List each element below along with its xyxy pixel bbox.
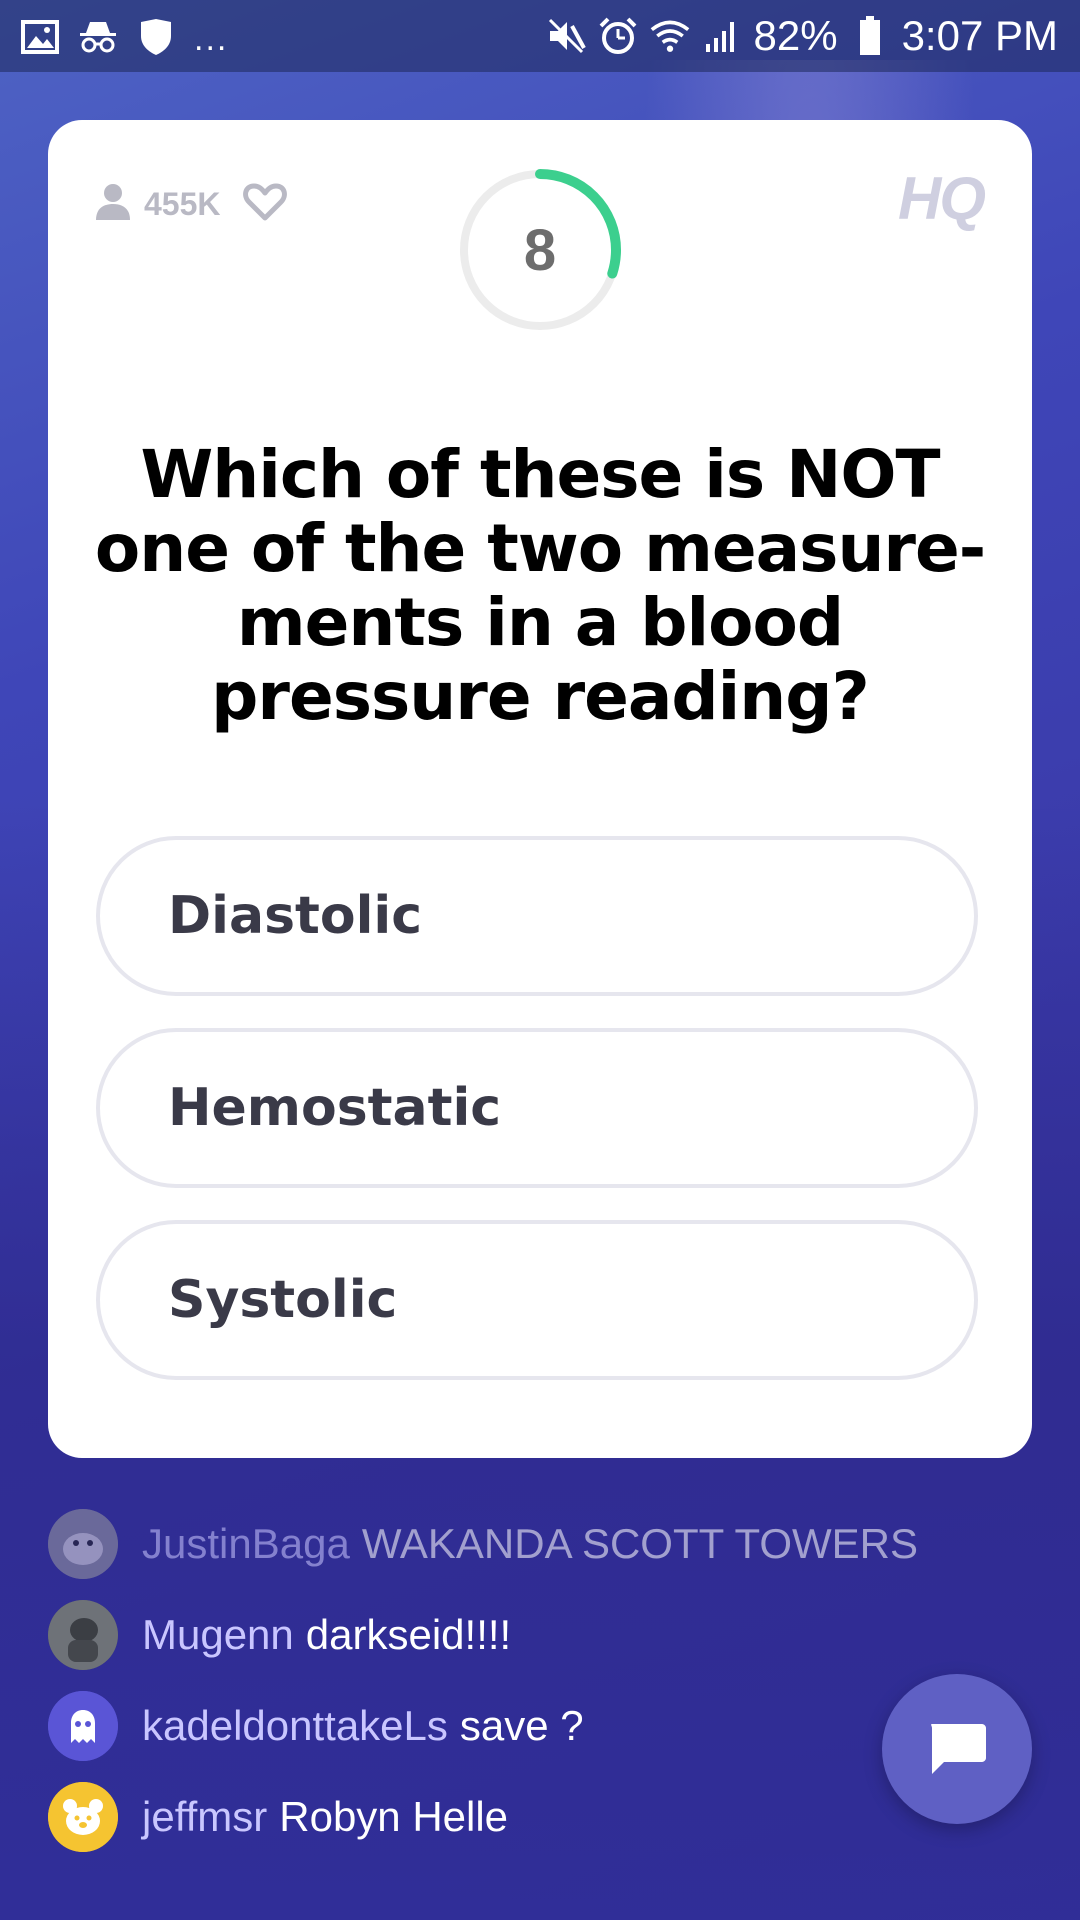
more-notifications: ... bbox=[194, 20, 229, 58]
signal-icon bbox=[702, 16, 742, 56]
chat-text: darkseid!!!! bbox=[305, 1611, 512, 1658]
chat-username: Mugenn bbox=[142, 1611, 294, 1658]
timer-value: 8 bbox=[523, 217, 557, 283]
hq-logo: HQ bbox=[898, 165, 986, 232]
answer-option-3[interactable]: Systolic bbox=[96, 1220, 978, 1380]
wifi-icon bbox=[650, 16, 690, 56]
clock: 3:07 PM bbox=[901, 12, 1058, 59]
person-icon bbox=[94, 182, 132, 226]
answer-label: Diastolic bbox=[168, 886, 423, 946]
chat-username: JustinBaga bbox=[142, 1520, 350, 1567]
shield-icon bbox=[136, 17, 176, 57]
chat-text: Robyn Helle bbox=[279, 1793, 509, 1840]
open-chat-button[interactable] bbox=[882, 1674, 1032, 1824]
question-text: Which of these is NOT one of the two mea… bbox=[94, 436, 986, 735]
answer-option-1[interactable]: Diastolic bbox=[96, 836, 978, 996]
status-bar: ... 82% 3:07 PM bbox=[0, 0, 1080, 72]
alarm-icon bbox=[598, 16, 638, 56]
gallery-icon bbox=[20, 17, 60, 57]
avatar bbox=[48, 1600, 118, 1670]
chat-bubble-icon bbox=[931, 1724, 986, 1774]
ghost-avatar-icon bbox=[48, 1691, 118, 1761]
chat-username: kadeldonttakeLs bbox=[142, 1702, 448, 1749]
chat-message: Mugenn darkseid!!!! bbox=[48, 1599, 511, 1671]
answer-label: Systolic bbox=[168, 1270, 398, 1330]
viewer-count-group: 455K bbox=[94, 182, 287, 226]
incognito-icon bbox=[78, 17, 118, 57]
avatar bbox=[48, 1509, 118, 1579]
answer-label: Hemostatic bbox=[168, 1078, 502, 1138]
viewer-count: 455K bbox=[144, 185, 221, 222]
heart-icon[interactable] bbox=[242, 182, 287, 226]
battery-icon bbox=[850, 16, 890, 56]
battery-percent: 82% bbox=[753, 12, 838, 59]
mute-icon bbox=[546, 16, 586, 56]
chat-text: save ? bbox=[459, 1702, 584, 1749]
question-card: 455K 8 HQ Which of these is NOT one of t… bbox=[48, 120, 1032, 1458]
countdown-timer: 8 bbox=[458, 168, 622, 332]
bear-avatar-icon bbox=[48, 1782, 118, 1852]
chat-text: WAKANDA SCOTT TOWERS bbox=[361, 1520, 919, 1567]
chat-message: JustinBaga WAKANDA SCOTT TOWERS bbox=[48, 1508, 918, 1580]
chat-message: kadeldonttakeLs save ? bbox=[48, 1690, 584, 1762]
chat-message: jeffmsr Robyn Helle bbox=[48, 1781, 508, 1853]
chat-username: jeffmsr bbox=[142, 1793, 268, 1840]
answer-option-2[interactable]: Hemostatic bbox=[96, 1028, 978, 1188]
